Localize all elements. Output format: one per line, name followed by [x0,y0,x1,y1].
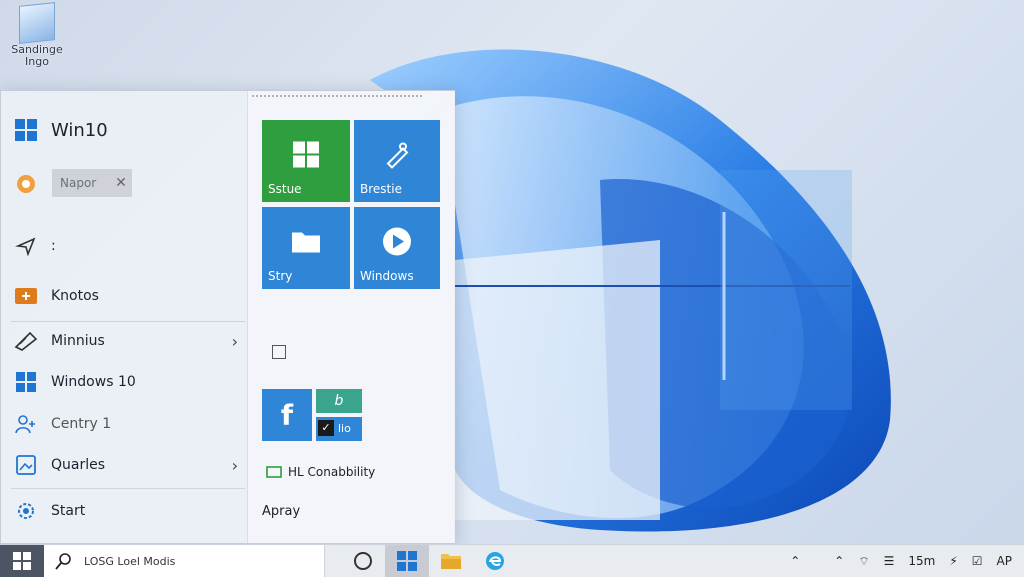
start-search-field[interactable]: Napor ✕ [52,169,132,197]
tile-browser[interactable]: Brestie [354,120,440,202]
desktop-icon[interactable]: Sandinge Ingo [8,2,66,68]
menu-item-start[interactable]: Start [13,496,238,526]
desktop-icon-label: Sandinge Ingo [11,43,63,68]
tile-small-c-label: lio [338,422,351,435]
edge-browser-icon [486,552,504,570]
tile-label: Brestie [360,182,402,196]
checkbox[interactable] [272,345,286,359]
taskbar-search-text: LOSG Loel Modis [84,554,176,568]
chevron-up-icon[interactable]: ⌃ [827,554,851,568]
menu-divider [11,488,245,489]
tiles-group-header [252,95,422,97]
windows-logo-icon [13,552,31,570]
menu-item-windows10[interactable]: Windows 10 [13,367,238,397]
chevron-right-icon: › [231,455,238,475]
tile-small-c[interactable]: ✓ lio [316,417,362,441]
tile-facebook[interactable]: f [262,389,312,441]
pinned-row-label: : [51,238,56,254]
menu-divider [11,321,245,322]
apply-label[interactable]: Apray [262,504,300,519]
start-menu-header[interactable]: Win10 [13,115,238,145]
play-icon [382,227,412,260]
system-tray: ⌃ ⌃ ⌔ ☰ 15m ⚡ ☑ AP [783,545,1024,577]
cortana-icon [354,552,372,570]
menu-lines-icon[interactable]: ☰ [877,554,902,568]
menu-item-knotos[interactable]: Knotos [13,281,238,311]
desktop-shortcut-icon [19,2,55,44]
windows-logo-icon [397,551,417,571]
image-file-icon [13,454,39,476]
monitor-icon [266,466,282,478]
user-avatar-icon [13,173,39,195]
menu-item-label: Knotos [51,288,99,304]
flash-icon[interactable]: ⚡ [942,554,964,568]
tile-windows[interactable]: Windows [354,207,440,289]
folder-icon [441,554,461,569]
windows-logo-icon [13,371,39,393]
app-icon: ✓ [318,420,334,436]
task-view-button[interactable] [385,545,429,577]
tray-time[interactable]: 15m [901,554,942,568]
file-explorer-button[interactable] [429,545,473,577]
compat-row[interactable]: HL Conabbility [266,465,375,479]
network-icon[interactable]: ⌔ [851,554,876,569]
windows-logo-icon [293,141,319,171]
chevron-right-icon: › [231,331,238,351]
menu-item-label: Centry 1 [51,416,112,432]
chevron-up-icon[interactable]: ⌃ [783,554,807,568]
taskbar-search-box[interactable]: LOSG Loel Modis [44,545,325,577]
clear-search-icon[interactable]: ✕ [110,175,132,191]
menu-item-label: Minnius [51,333,105,349]
pen-icon [383,141,411,172]
tile-small-b-glyph: b [334,393,344,409]
tile-store[interactable]: Sstue [262,120,350,202]
user-icon [13,413,39,435]
tools-icon [13,330,39,352]
folder-plus-icon [13,285,39,307]
tile-label: Windows [360,269,414,283]
tile-label: Stry [268,269,293,283]
menu-item-minnius[interactable]: Minnius › [13,326,238,356]
tray-language[interactable]: AP [990,554,1024,568]
checkbox-icon[interactable]: ☑ [965,554,990,568]
menu-item-label: Start [51,503,86,519]
menu-item-quarles[interactable]: Quarles › [13,450,238,480]
taskbar: LOSG Loel Modis ⌃ ⌃ ⌔ ☰ 15m ⚡ ☑ AP [0,544,1024,577]
menu-item-label: Windows 10 [51,374,136,390]
settings-gear-icon [13,500,39,522]
start-menu-tiles-pane: Sstue Brestie Stry Windows f b ✓ lio HL … [247,91,455,543]
start-menu: Win10 Napor ✕ : Knotos Minnius › Windows… [0,90,455,544]
start-menu-left-pane: Win10 Napor ✕ : Knotos Minnius › Windows… [1,91,246,543]
windows-logo-icon [13,119,39,141]
start-button[interactable] [0,545,44,577]
start-menu-header-label: Win10 [51,119,108,141]
start-search-value: Napor [60,176,97,190]
menu-item-label: Quarles [51,457,106,473]
edge-button[interactable] [473,545,517,577]
user-avatar-row[interactable] [13,169,53,199]
pinned-row[interactable]: : [13,231,238,261]
folder-icon [291,230,321,257]
cortana-button[interactable] [341,545,385,577]
menu-item-centry[interactable]: Centry 1 [13,409,238,439]
tile-label: Sstue [268,182,302,196]
pin-icon [13,235,39,257]
tile-small-b[interactable]: b [316,389,362,413]
compat-label: HL Conabbility [288,465,376,479]
tile-files[interactable]: Stry [262,207,350,289]
search-icon [44,552,84,570]
facebook-icon: f [280,398,294,432]
